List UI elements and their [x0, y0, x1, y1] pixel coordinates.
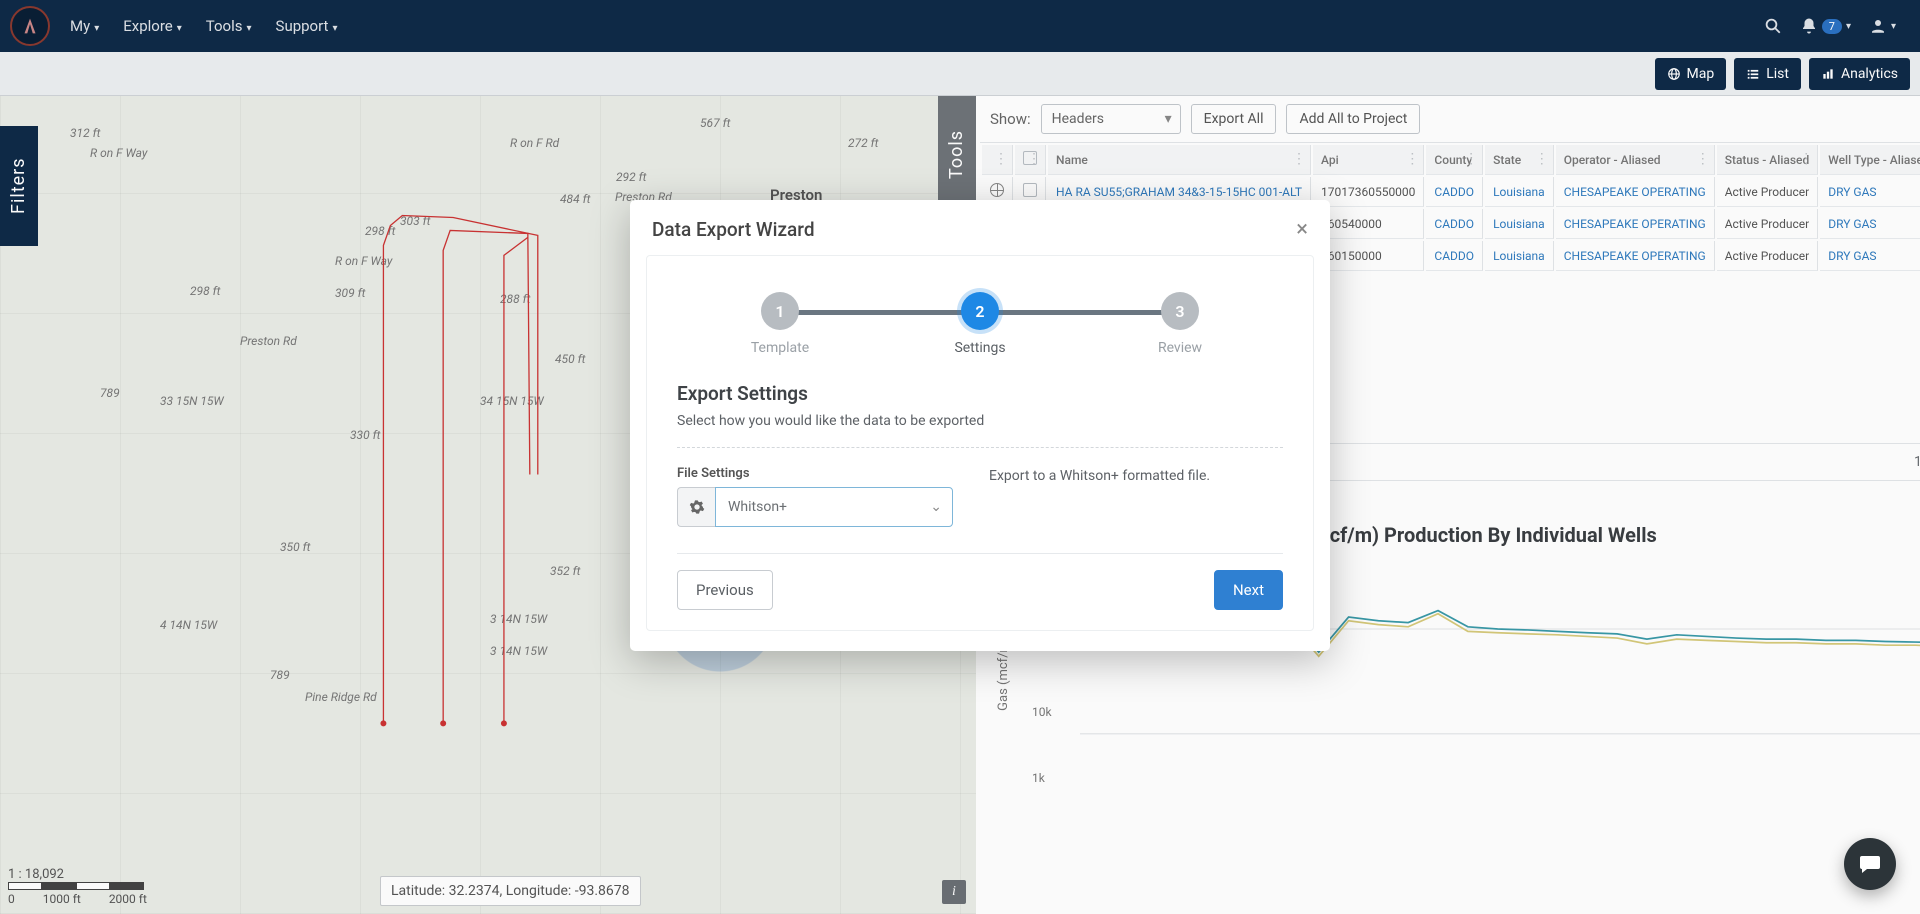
export-wizard-modal: Data Export Wizard × 1Template 2Settings… — [630, 200, 1330, 651]
close-icon[interactable]: × — [1296, 219, 1308, 241]
step-settings[interactable]: 2Settings — [880, 292, 1080, 356]
file-format-select[interactable]: Whitson+ — [715, 487, 953, 527]
chat-bubble-icon[interactable] — [1844, 838, 1896, 890]
gear-icon[interactable] — [677, 487, 715, 527]
section-title: Export Settings — [677, 382, 1283, 405]
wizard-stepper: 1Template 2Settings 3Review — [677, 292, 1283, 356]
file-settings-label: File Settings — [677, 466, 953, 481]
section-subtitle: Select how you would like the data to be… — [677, 413, 1283, 429]
next-button[interactable]: Next — [1214, 570, 1283, 610]
modal-title: Data Export Wizard — [652, 218, 815, 241]
previous-button[interactable]: Previous — [677, 570, 773, 610]
step-review[interactable]: 3Review — [1080, 292, 1280, 356]
step-template[interactable]: 1Template — [680, 292, 880, 356]
file-format-desc: Export to a Whitson+ formatted file. — [989, 466, 1210, 527]
